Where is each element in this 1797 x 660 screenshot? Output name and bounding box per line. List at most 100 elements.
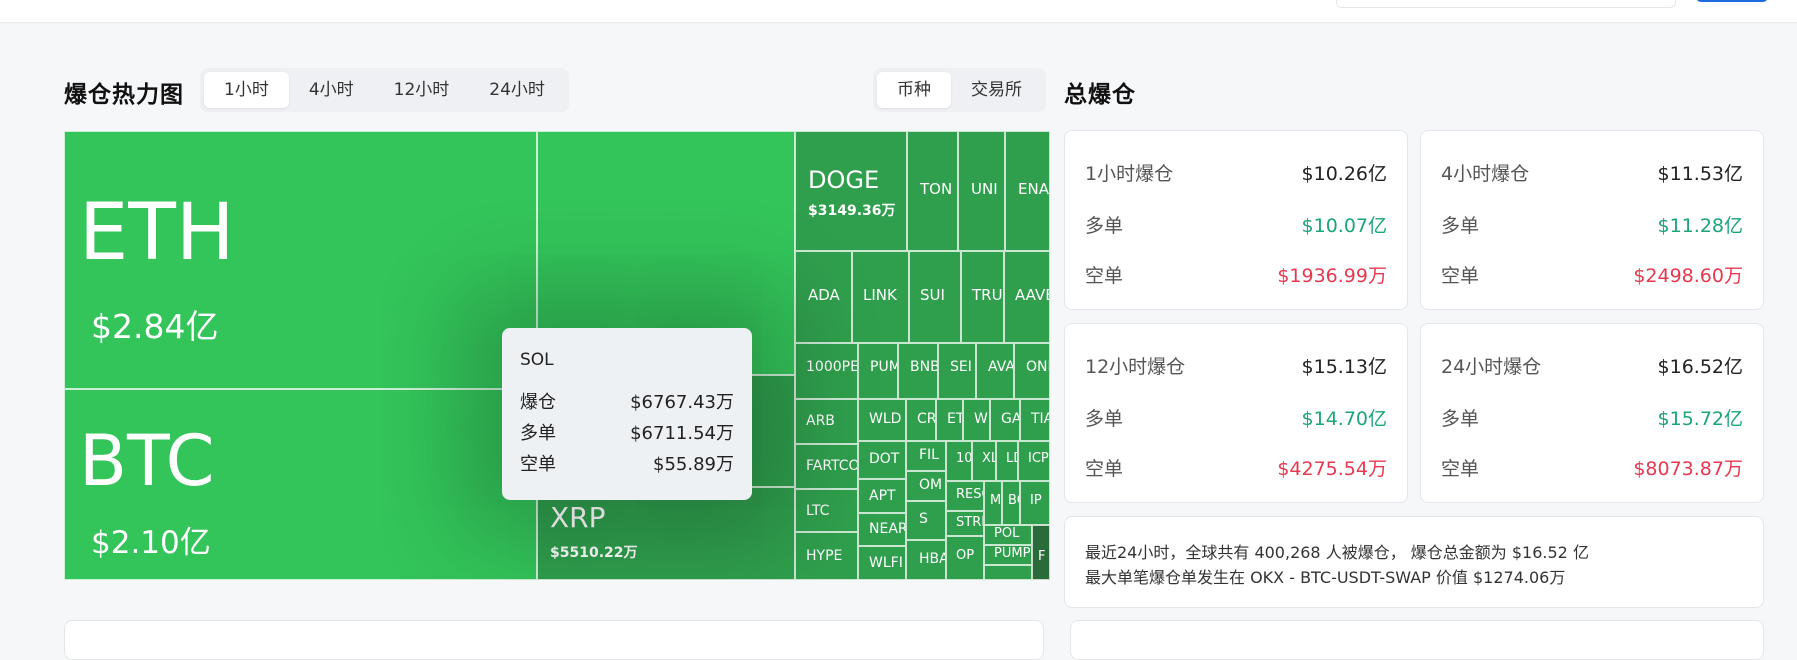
heatmap-cell-fil[interactable]: FIL	[906, 441, 946, 471]
cell-symbol: MKR	[990, 493, 1002, 508]
long-value: $15.72亿	[1657, 408, 1743, 430]
cell-value: $3149.36万	[808, 203, 896, 219]
heatmap-cell-near[interactable]: NEAR	[858, 513, 906, 546]
stat-card-24h: 24小时爆仓 $16.52亿 多单 $15.72亿 空单 $8073.87万	[1420, 323, 1764, 503]
heatmap-cell[interactable]	[984, 565, 1032, 580]
cell-symbol: ETC	[947, 411, 963, 427]
heatmap-cell-1000pepe[interactable]: 1000PEPE	[795, 343, 858, 399]
heatmap-cell-wlfi[interactable]: WLFI	[858, 546, 906, 580]
summary-card: 最近24小时，全球共有 400,268 人被爆仓， 爆仓总金额为 $16.52 …	[1064, 516, 1764, 608]
cell-symbol: F	[1038, 549, 1046, 564]
cell-symbol: IP	[1030, 493, 1042, 508]
stat-card-12h: 12小时爆仓 $15.13亿 多单 $14.70亿 空单 $4275.54万	[1064, 323, 1408, 503]
heatmap-cell-doge[interactable]: DOGE $3149.36万	[795, 131, 907, 251]
tab-4h[interactable]: 4小时	[289, 72, 374, 108]
stat-card-1h: 1小时爆仓 $10.26亿 多单 $10.07亿 空单 $1936.99万	[1064, 130, 1408, 310]
heatmap-cell-pumpbtc[interactable]: PUMPBTC	[984, 545, 1032, 565]
long-value: $14.70亿	[1301, 408, 1387, 430]
heatmap-cell-ada[interactable]: ADA	[795, 251, 852, 343]
heatmap-cell-f[interactable]: F	[1032, 525, 1050, 580]
heatmap-cell-xlm[interactable]: XLM	[972, 441, 996, 481]
tab-by-exchange[interactable]: 交易所	[951, 72, 1042, 108]
time-range-tabs: 1小时 4小时 12小时 24小时	[200, 68, 569, 112]
heatmap-cell-fartcoin[interactable]: FARTCOIN	[795, 444, 858, 489]
cell-symbol: HYPE	[806, 548, 843, 564]
summary-line-1: 最近24小时，全球共有 400,268 人被爆仓， 爆仓总金额为 $16.52 …	[1085, 543, 1589, 562]
tooltip-row: 爆仓 $6767.43万	[520, 388, 734, 413]
cell-symbol: DOT	[869, 451, 900, 467]
bottom-panel-left	[64, 620, 1044, 660]
heatmap-title: 爆仓热力图	[64, 82, 184, 108]
heatmap-cell-aave[interactable]: AAVE	[1004, 251, 1050, 343]
heatmap-cell-sui[interactable]: SUI	[909, 251, 961, 343]
heatmap-cell-mkr[interactable]: MKR	[984, 481, 1002, 525]
heatmap-cell-trump[interactable]: TRUMP	[961, 251, 1004, 343]
short-label: 空单	[1085, 458, 1124, 480]
cell-symbol: LDO	[1006, 451, 1017, 466]
heatmap-cell-tia[interactable]: TIA	[1020, 399, 1050, 441]
short-label: 空单	[1441, 265, 1480, 287]
heatmap-cell-link[interactable]: LINK	[852, 251, 909, 343]
heatmap-cell-dot[interactable]: DOT	[858, 441, 906, 479]
heatmap-cell-s[interactable]: S	[906, 501, 946, 540]
heatmap-cell-ena[interactable]: ENA	[1005, 131, 1050, 251]
cell-symbol: HBAR	[919, 551, 945, 567]
search-input[interactable]	[1336, 0, 1676, 8]
heatmap-cell-pump[interactable]: PUMP	[858, 343, 898, 399]
heatmap-cell-btc[interactable]: BTC $2.10亿	[64, 389, 537, 580]
heatmap-cell-wif[interactable]: WIF	[963, 399, 990, 441]
cell-symbol: 1000SHIB	[956, 451, 972, 466]
cell-symbol: OM	[919, 477, 943, 493]
heatmap-cell-ldo[interactable]: LDO	[996, 441, 1018, 481]
heatmap-cell-hype[interactable]: HYPE	[795, 532, 858, 580]
heatmap-cell-om[interactable]: OM	[906, 471, 946, 501]
tab-12h[interactable]: 12小时	[374, 72, 470, 108]
primary-button[interactable]	[1696, 0, 1768, 2]
heatmap-cell-crv[interactable]: CRV	[906, 399, 936, 441]
cell-symbol: ETH	[79, 188, 235, 278]
heatmap-cell-bch[interactable]: BCH	[1002, 481, 1020, 525]
heatmap-cell-avax[interactable]: AVAX	[976, 343, 1014, 399]
heatmap-cell-apt[interactable]: APT	[858, 479, 906, 513]
heatmap-cell-pol[interactable]: POL	[984, 525, 1032, 545]
heatmap-cell-ondo[interactable]: ONDO	[1014, 343, 1050, 399]
heatmap-cell-op[interactable]: OP	[946, 536, 984, 580]
cell-symbol: SUI	[920, 286, 945, 304]
cell-symbol: 1000PEPE	[806, 359, 858, 375]
heatmap-cell-strk[interactable]: STRK	[946, 511, 984, 536]
cell-symbol: RESOLV	[956, 487, 983, 502]
heatmap-cell-eth[interactable]: ETH $2.84亿	[64, 131, 537, 389]
cell-symbol: LTC	[806, 503, 830, 519]
long-label: 多单	[1085, 408, 1124, 430]
cell-symbol: CRV	[917, 411, 936, 427]
cell-symbol: ICP	[1028, 451, 1049, 466]
tab-1h[interactable]: 1小时	[204, 72, 289, 108]
heatmap-cell-icp[interactable]: ICP	[1018, 441, 1050, 481]
tab-by-coin[interactable]: 币种	[877, 72, 951, 108]
heatmap-cell-1000shib[interactable]: 1000SHIB	[946, 441, 972, 481]
heatmap-cell-etc[interactable]: ETC	[936, 399, 963, 441]
heatmap-cell-ip[interactable]: IP	[1020, 481, 1050, 525]
heatmap-cell-resolv[interactable]: RESOLV	[946, 481, 984, 511]
tooltip-label: 爆仓	[520, 392, 556, 413]
heatmap-cell-ltc[interactable]: LTC	[795, 489, 858, 532]
tab-24h[interactable]: 24小时	[469, 72, 565, 108]
total-liquidation-title: 总爆仓	[1064, 82, 1136, 108]
tooltip-value: $6711.54万	[630, 423, 734, 444]
cell-symbol: STRK	[956, 515, 983, 530]
heatmap-cell-wld[interactable]: WLD	[858, 399, 906, 441]
stat-title: 12小时爆仓	[1085, 356, 1186, 378]
heatmap-cell-bnb[interactable]: BNB	[898, 343, 938, 399]
heatmap-cell-arb[interactable]: ARB	[795, 399, 858, 444]
cell-symbol: AVAX	[988, 359, 1014, 375]
long-label: 多单	[1085, 215, 1124, 237]
heatmap-cell-uni[interactable]: UNI	[958, 131, 1005, 251]
cell-symbol: OP	[956, 548, 975, 563]
heatmap-cell-gala[interactable]: GALA	[990, 399, 1020, 441]
cell-symbol: PUMP	[870, 359, 897, 375]
heatmap-cell-ton[interactable]: TON	[907, 131, 958, 251]
long-label: 多单	[1441, 408, 1480, 430]
heatmap-cell-hbar[interactable]: HBAR	[906, 540, 946, 580]
heatmap-cell-xrp[interactable]: XRP $5510.22万	[537, 487, 795, 580]
heatmap-cell-sei[interactable]: SEI	[938, 343, 976, 399]
